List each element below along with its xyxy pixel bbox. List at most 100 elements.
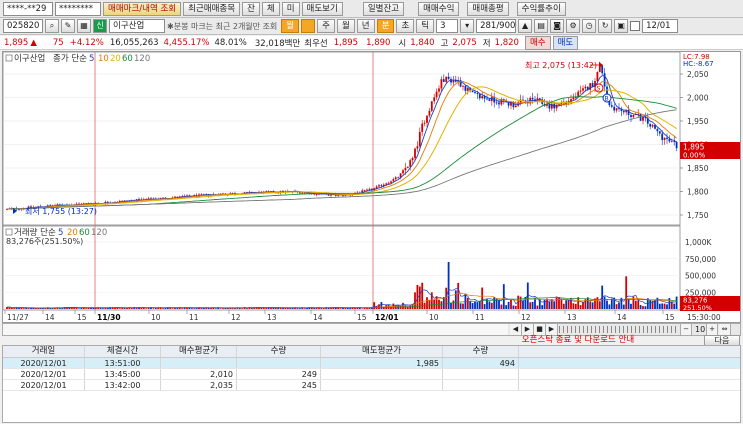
period-button-second[interactable]: 초	[396, 19, 415, 33]
table-cell: 2,010	[161, 369, 237, 379]
volume-bar	[639, 305, 642, 309]
balance-button[interactable]: 잔	[242, 1, 260, 16]
sell-button[interactable]: 매도	[552, 35, 579, 50]
trade-summary-button[interactable]: 매매총평	[467, 1, 509, 16]
period-button-minute[interactable]: 분	[376, 19, 395, 33]
volume-bar	[476, 302, 479, 309]
candle-body	[378, 185, 380, 187]
candle-body	[363, 189, 366, 191]
volume-bar	[625, 276, 628, 309]
chevron-down-icon[interactable]: ▾	[460, 19, 475, 33]
candle-body	[584, 86, 587, 89]
scroll-right-icon[interactable]: ▶	[522, 324, 534, 335]
candle-body	[438, 88, 440, 92]
turnover: 48.01%	[214, 37, 247, 48]
return-trend-button[interactable]: 수익률추이	[516, 1, 566, 16]
open-label: 시	[398, 38, 407, 49]
high-label: 고	[440, 38, 449, 49]
account-field[interactable]: ****-**29	[3, 1, 53, 16]
period-button-daily[interactable]: 월	[281, 19, 300, 33]
volume-bar	[596, 297, 599, 309]
table-icon[interactable]: ▤	[534, 19, 549, 33]
expand-icon[interactable]: ⇔	[719, 324, 731, 335]
candle-body	[601, 65, 604, 74]
chart-canvas[interactable]: 2,0502,0001,9501,9001,8501,8001,750 1,00…	[2, 51, 740, 322]
unfilled-button[interactable]: 미	[281, 1, 300, 16]
candle-body	[663, 137, 666, 140]
legend-ma20: 20	[110, 54, 121, 64]
scroll-track[interactable]	[3, 324, 508, 335]
next-icon[interactable]: ▶	[546, 324, 558, 335]
period-button-year[interactable]: 년	[356, 19, 375, 33]
save-icon[interactable]: ◙	[550, 19, 565, 33]
period-button-tick[interactable]: 틱	[416, 19, 435, 33]
date-checkbox[interactable]	[630, 21, 641, 31]
password-field[interactable]: ********	[55, 1, 101, 16]
volume-bar	[582, 301, 584, 309]
arrow-up-icon[interactable]: ▲	[518, 19, 533, 33]
volume-bar	[154, 308, 157, 309]
clock-icon[interactable]: ◷	[582, 19, 597, 33]
period-button-blank[interactable]	[301, 19, 316, 33]
chart-toolbar: 025820 ⌕ ✎ ▦ 신 이구산업 ✱분봉 마크는 최근 2개월만 조회 월…	[0, 18, 743, 35]
volume-bar	[610, 298, 613, 309]
candle-body	[675, 142, 678, 149]
executed-button[interactable]: 체	[261, 1, 280, 16]
trade-profit-button[interactable]: 매매수익	[418, 1, 460, 16]
table-cell	[443, 380, 519, 390]
pen-icon[interactable]: ✎	[61, 19, 75, 33]
volume-bar	[193, 308, 196, 309]
table-row[interactable]: 2020/12/01 13:42:00 2,035 245	[3, 380, 740, 391]
settings-icon[interactable]: ⚙	[566, 19, 581, 33]
sell-view-button[interactable]: 매도보기	[301, 1, 343, 16]
volume-bar	[469, 301, 472, 309]
scroll-left-icon[interactable]: ◀	[510, 324, 522, 335]
volume-bar	[354, 308, 356, 309]
buy-button[interactable]: 매수	[524, 35, 551, 50]
candle-body	[474, 92, 476, 94]
bar-count-field[interactable]: 281/900	[476, 19, 517, 33]
table-cell: 2020/12/01	[3, 380, 85, 390]
period-button-month[interactable]: 월	[336, 19, 355, 33]
volume-bar	[498, 300, 500, 309]
trade-mark-button[interactable]: 매매마크/내역 조회	[103, 1, 182, 16]
volume-bar	[490, 302, 493, 309]
candle-body	[301, 192, 304, 194]
candle-body	[476, 93, 479, 94]
volume: 16,055,263	[109, 37, 159, 48]
candle-body	[447, 76, 450, 80]
recent-stocks-button[interactable]: 최근매매종목	[183, 1, 241, 16]
minus-icon[interactable]: −	[680, 324, 692, 335]
volume-bar	[644, 306, 647, 309]
volume-bar	[618, 302, 620, 309]
period-button-week[interactable]: 주	[317, 19, 335, 33]
lock-icon[interactable]: ▣	[614, 19, 629, 33]
table-cell: 2020/12/01	[3, 369, 85, 379]
volume-bar	[505, 305, 508, 309]
volume-bar	[13, 308, 16, 309]
date-field[interactable]: 12/01	[642, 19, 679, 33]
table-cell	[237, 358, 321, 368]
zoom-slider[interactable]	[559, 326, 679, 333]
notice-link[interactable]: 오픈스탁 종료 및 다운로드 안내	[478, 336, 678, 345]
stock-chart[interactable]: 2,0502,0001,9501,9001,8501,8001,750 1,00…	[2, 51, 741, 323]
volume-bar	[603, 296, 606, 309]
candle-body	[668, 138, 671, 142]
refresh-icon[interactable]: ↻	[598, 19, 613, 33]
interval-select[interactable]: 3	[436, 19, 459, 33]
candle-body	[414, 148, 416, 159]
search-icon[interactable]: ⌕	[45, 19, 59, 33]
grid-icon[interactable]: ▦	[77, 19, 91, 33]
stock-name-field[interactable]: 이구산업	[109, 19, 165, 33]
plus-icon[interactable]: +	[706, 324, 718, 335]
table-row[interactable]: 2020/12/01 13:45:00 2,010 249	[3, 369, 740, 380]
daily-balance-button[interactable]: 일별잔고	[362, 1, 405, 16]
volume-bar	[18, 307, 20, 309]
volume-value: 83,276주(251.50%)	[6, 237, 83, 246]
stop-icon[interactable]: ■	[534, 324, 546, 335]
volume-bar	[296, 308, 299, 309]
volume-bar	[145, 308, 148, 309]
table-cell: 13:42:00	[85, 380, 161, 390]
table-row[interactable]: 2020/12/01 13:51:00 1,985 494	[3, 358, 740, 369]
stock-code-input[interactable]: 025820	[3, 19, 43, 33]
